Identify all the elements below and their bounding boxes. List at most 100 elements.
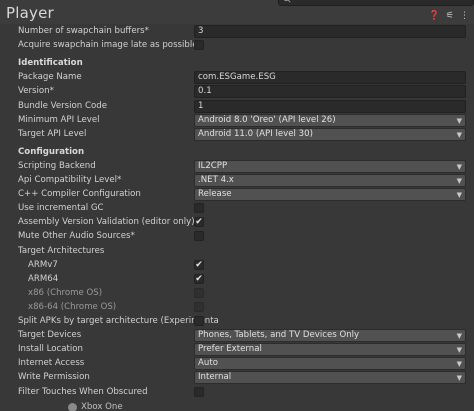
setting-row-acquire-swapchain-image-late-as-possible: Acquire swapchain image late as possible…	[0, 39, 474, 53]
setting-label: Target Devices	[18, 330, 82, 341]
sliders-icon[interactable]: ⚟	[446, 12, 454, 21]
setting-row-arm64: ARM64 ✔	[0, 273, 474, 287]
target-api-level-dropdown[interactable]: Android 11.0 (API level 30) ▼	[194, 127, 466, 141]
use-incremental-gc-checkbox[interactable]	[194, 203, 204, 214]
dropdown-value: Android 11.0 (API level 30)	[198, 128, 313, 139]
setting-label: Acquire swapchain image late as possible…	[18, 40, 202, 51]
setting-row-bundle-version-code: Bundle Version Code 1	[0, 99, 474, 114]
section-heading: Configuration	[18, 146, 85, 157]
setting-label: Mute Other Audio Sources*	[18, 231, 135, 242]
acquire-swapchain-image-late-as-possible-checkbox[interactable]	[194, 40, 204, 51]
search-icon	[283, 0, 291, 3]
setting-label: Write Permission	[18, 372, 90, 383]
setting-row-target-architectures: Target Architectures	[0, 245, 474, 259]
chevron-down-icon: ▼	[456, 332, 462, 341]
setting-label: ARM64	[28, 273, 59, 284]
dropdown-value: IL2CPP	[198, 160, 228, 171]
chevron-down-icon: ▼	[456, 374, 462, 383]
scripting-backend-dropdown[interactable]: IL2CPP ▼	[194, 159, 466, 173]
chevron-down-icon: ▼	[456, 360, 462, 369]
setting-row-write-permission: Write Permission Internal ▼	[0, 371, 474, 385]
write-permission-dropdown[interactable]: Internal ▼	[194, 371, 466, 385]
setting-label: Api Compatibility Level*	[18, 175, 122, 185]
chevron-down-icon: ▼	[456, 162, 462, 171]
setting-row-armv7: ARMv7 ✔	[0, 259, 474, 273]
api-compatibility-level-dropdown[interactable]: .NET 4.x ▼	[194, 174, 466, 187]
dropdown-value: Phones, Tablets, and TV Devices Only	[198, 330, 360, 341]
inspector-header: Player ❓ ⚟ ⋮	[0, 0, 474, 24]
package-name-field[interactable]: com.ESGame.ESG	[194, 71, 466, 85]
setting-label: Internet Access	[18, 358, 85, 369]
chevron-down-icon: ▼	[456, 346, 462, 355]
setting-label: Number of swapchain buffers*	[18, 26, 149, 36]
dropdown-value: Auto	[198, 358, 218, 369]
setting-row-filter-touches-when-obscured: Filter Touches When Obscured	[0, 386, 474, 400]
search-input[interactable]	[278, 0, 474, 6]
setting-label: Filter Touches When Obscured	[18, 386, 148, 397]
page-title: Player	[6, 4, 54, 22]
setting-row-use-incremental-gc: Use incremental GC	[0, 202, 474, 216]
setting-row-x86-64-chrome-os: x86-64 (Chrome OS)	[0, 301, 474, 315]
setting-label: Split APKs by target architecture (Exper…	[18, 316, 219, 326]
dropdown-value: Internal	[198, 372, 232, 383]
setting-label: Bundle Version Code	[18, 100, 107, 111]
kebab-menu-icon[interactable]: ⋮	[460, 12, 469, 21]
setting-row-version: Version* 0.1	[0, 85, 474, 99]
xbox-label: Xbox One	[81, 402, 123, 411]
setting-row-api-compatibility-level: Api Compatibility Level* .NET 4.x ▼	[0, 174, 474, 188]
x86-64-chrome-os-checkbox[interactable]	[194, 301, 204, 312]
setting-label: ARMv7	[28, 259, 58, 270]
mute-other-audio-sources-checkbox[interactable]	[194, 231, 204, 242]
xbox-one-item[interactable]: Xbox One	[68, 402, 123, 411]
setting-label: Minimum API Level	[18, 114, 100, 125]
dropdown-value: Release	[198, 189, 232, 200]
setting-row-c-compiler-configuration: C++ Compiler Configuration Release ▼	[0, 188, 474, 202]
setting-row-install-location: Install Location Prefer External ▼	[0, 343, 474, 357]
bundle-version-code-field[interactable]: 1	[194, 99, 466, 113]
setting-label: x86-64 (Chrome OS)	[28, 301, 117, 312]
setting-row-number-of-swapchain-buffers: Number of swapchain buffers* 3	[0, 25, 474, 39]
xbox-icon	[68, 402, 77, 411]
chevron-down-icon: ▼	[456, 116, 462, 125]
setting-row-split-apks-by-target-architecture-experimenta: Split APKs by target architecture (Exper…	[0, 315, 474, 329]
section-heading: Identification	[18, 58, 83, 69]
install-location-dropdown[interactable]: Prefer External ▼	[194, 343, 466, 357]
setting-label: Assembly Version Validation (editor only…	[18, 217, 195, 228]
split-apks-by-target-architecture-experimenta-checkbox[interactable]	[194, 316, 204, 326]
c-compiler-configuration-dropdown[interactable]: Release ▼	[194, 188, 466, 202]
armv7-checkbox[interactable]: ✔	[194, 259, 204, 270]
setting-label: C++ Compiler Configuration	[18, 189, 141, 200]
chevron-down-icon: ▼	[456, 130, 462, 139]
internet-access-dropdown[interactable]: Auto ▼	[194, 357, 466, 371]
assembly-version-validation-editor-only-checkbox[interactable]: ✔	[194, 217, 204, 228]
number-of-swapchain-buffers-field[interactable]: 3	[194, 25, 466, 38]
help-icon[interactable]: ❓	[429, 12, 440, 21]
setting-row-mute-other-audio-sources: Mute Other Audio Sources*	[0, 230, 474, 244]
x86-chrome-os-checkbox[interactable]	[194, 287, 204, 298]
setting-row-minimum-api-level: Minimum API Level Android 8.0 'Oreo' (API…	[0, 113, 474, 128]
minimum-api-level-dropdown[interactable]: Android 8.0 'Oreo' (API level 26) ▼	[194, 113, 466, 127]
chevron-down-icon: ▼	[456, 191, 462, 200]
setting-row-target-api-level: Target API Level Android 11.0 (API level …	[0, 127, 474, 142]
dropdown-value: .NET 4.x	[198, 175, 234, 185]
setting-label: Target API Level	[18, 128, 87, 139]
setting-label: Version*	[18, 86, 54, 97]
setting-label: Install Location	[18, 344, 83, 355]
target-devices-dropdown[interactable]: Phones, Tablets, and TV Devices Only ▼	[194, 329, 466, 343]
setting-label: Target Architectures	[18, 245, 105, 256]
setting-row-target-devices: Target Devices Phones, Tablets, and TV De…	[0, 329, 474, 343]
dropdown-value: Prefer External	[198, 344, 262, 355]
setting-row-assembly-version-validation-editor-only: Assembly Version Validation (editor only…	[0, 216, 474, 230]
setting-row-scripting-backend: Scripting Backend IL2CPP ▼	[0, 159, 474, 174]
chevron-down-icon: ▼	[456, 177, 462, 185]
setting-label: Use incremental GC	[18, 203, 104, 214]
dropdown-value: Android 8.0 'Oreo' (API level 26)	[198, 114, 336, 125]
filter-touches-when-obscured-checkbox[interactable]	[194, 386, 204, 397]
arm64-checkbox[interactable]: ✔	[194, 273, 204, 284]
setting-label: Scripting Backend	[18, 160, 96, 171]
setting-row-package-name: Package Name com.ESGame.ESG	[0, 71, 474, 85]
version-field[interactable]: 0.1	[194, 85, 466, 99]
setting-row-internet-access: Internet Access Auto ▼	[0, 357, 474, 371]
setting-row-x86-chrome-os: x86 (Chrome OS)	[0, 287, 474, 301]
setting-label: x86 (Chrome OS)	[28, 287, 103, 298]
